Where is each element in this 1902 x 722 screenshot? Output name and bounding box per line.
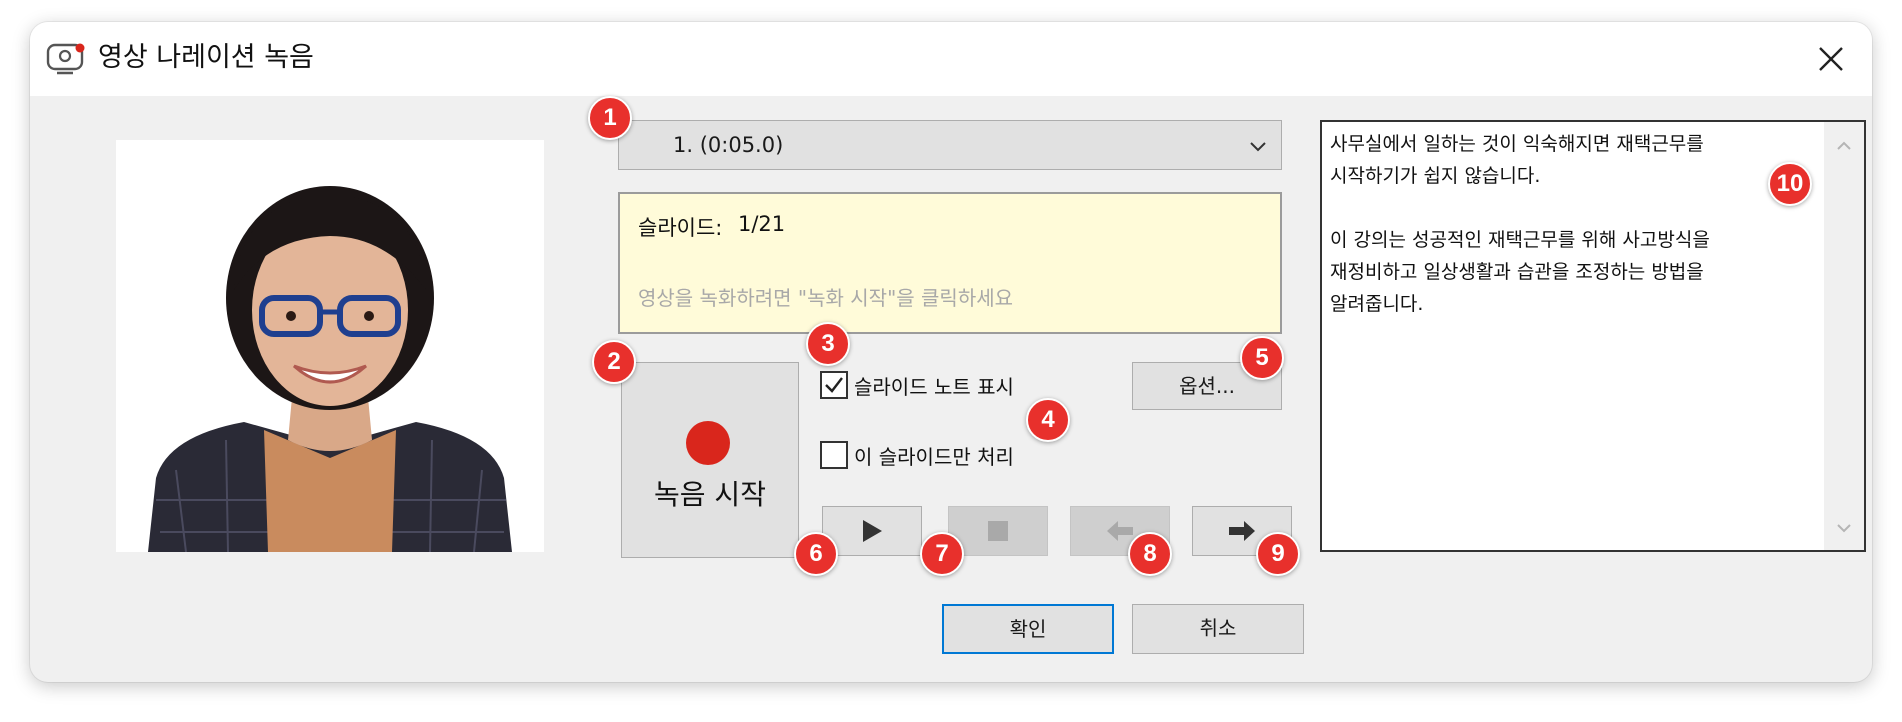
arrow-right-icon bbox=[1229, 521, 1255, 541]
stop-icon bbox=[988, 521, 1008, 541]
show-notes-checkbox-row[interactable]: 슬라이드 노트 표시 bbox=[820, 370, 1014, 400]
cancel-button[interactable]: 취소 bbox=[1132, 604, 1304, 654]
slide-info-panel: 슬라이드: 1/21 영상을 녹화하려면 "녹화 시작"을 클릭하세요 bbox=[618, 192, 1282, 334]
callout-badge-2: 2 bbox=[592, 340, 636, 384]
play-icon bbox=[863, 520, 882, 542]
show-notes-label: 슬라이드 노트 표시 bbox=[854, 374, 1014, 399]
record-dot-icon bbox=[686, 421, 730, 465]
clip-selector-value: 1. (0:05.0) bbox=[673, 133, 784, 157]
slide-counter: 1/21 bbox=[738, 212, 786, 236]
show-notes-checkbox[interactable] bbox=[820, 371, 848, 399]
callout-badge-4: 4 bbox=[1026, 398, 1070, 442]
record-hint: 영상을 녹화하려면 "녹화 시작"을 클릭하세요 bbox=[638, 286, 1014, 310]
scroll-up-icon[interactable] bbox=[1834, 136, 1854, 156]
this-slide-only-checkbox[interactable] bbox=[820, 441, 848, 469]
clip-selector[interactable]: 1. (0:05.0) bbox=[618, 120, 1282, 170]
callout-badge-9: 9 bbox=[1256, 532, 1300, 576]
notes-scrollbar[interactable] bbox=[1824, 122, 1864, 550]
close-icon[interactable] bbox=[1808, 36, 1854, 82]
checkmark-icon bbox=[825, 377, 843, 393]
callout-badge-6: 6 bbox=[794, 532, 838, 576]
ok-button[interactable]: 확인 bbox=[942, 604, 1114, 654]
slide-label: 슬라이드: bbox=[638, 216, 723, 240]
title-bar: 영상 나레이션 녹음 bbox=[30, 22, 1872, 96]
slide-notes-text: 사무실에서 일하는 것이 익숙해지면 재택근무를 시작하기가 쉽지 않습니다. … bbox=[1330, 133, 1710, 315]
webcam-icon bbox=[46, 43, 85, 75]
narration-dialog: 영상 나레이션 녹음 1. (0:05.0) 슬라이드: 1/21 영상을 녹화… bbox=[30, 22, 1872, 682]
callout-badge-5: 5 bbox=[1240, 336, 1284, 380]
callout-badge-7: 7 bbox=[920, 532, 964, 576]
callout-badge-8: 8 bbox=[1128, 532, 1172, 576]
presenter-photo bbox=[116, 140, 544, 552]
chevron-down-icon bbox=[1250, 142, 1266, 152]
callout-badge-3: 3 bbox=[806, 322, 850, 366]
start-recording-button[interactable]: 녹음 시작 bbox=[621, 362, 799, 558]
start-recording-label: 녹음 시작 bbox=[654, 478, 766, 511]
this-slide-only-checkbox-row[interactable]: 이 슬라이드만 처리 bbox=[820, 440, 1014, 470]
arrow-left-icon bbox=[1107, 521, 1133, 541]
callout-badge-10: 10 bbox=[1768, 162, 1812, 206]
scroll-down-icon[interactable] bbox=[1834, 518, 1854, 538]
dialog-title: 영상 나레이션 녹음 bbox=[98, 42, 314, 73]
this-slide-only-label: 이 슬라이드만 처리 bbox=[854, 444, 1014, 469]
callout-badge-1: 1 bbox=[588, 96, 632, 140]
